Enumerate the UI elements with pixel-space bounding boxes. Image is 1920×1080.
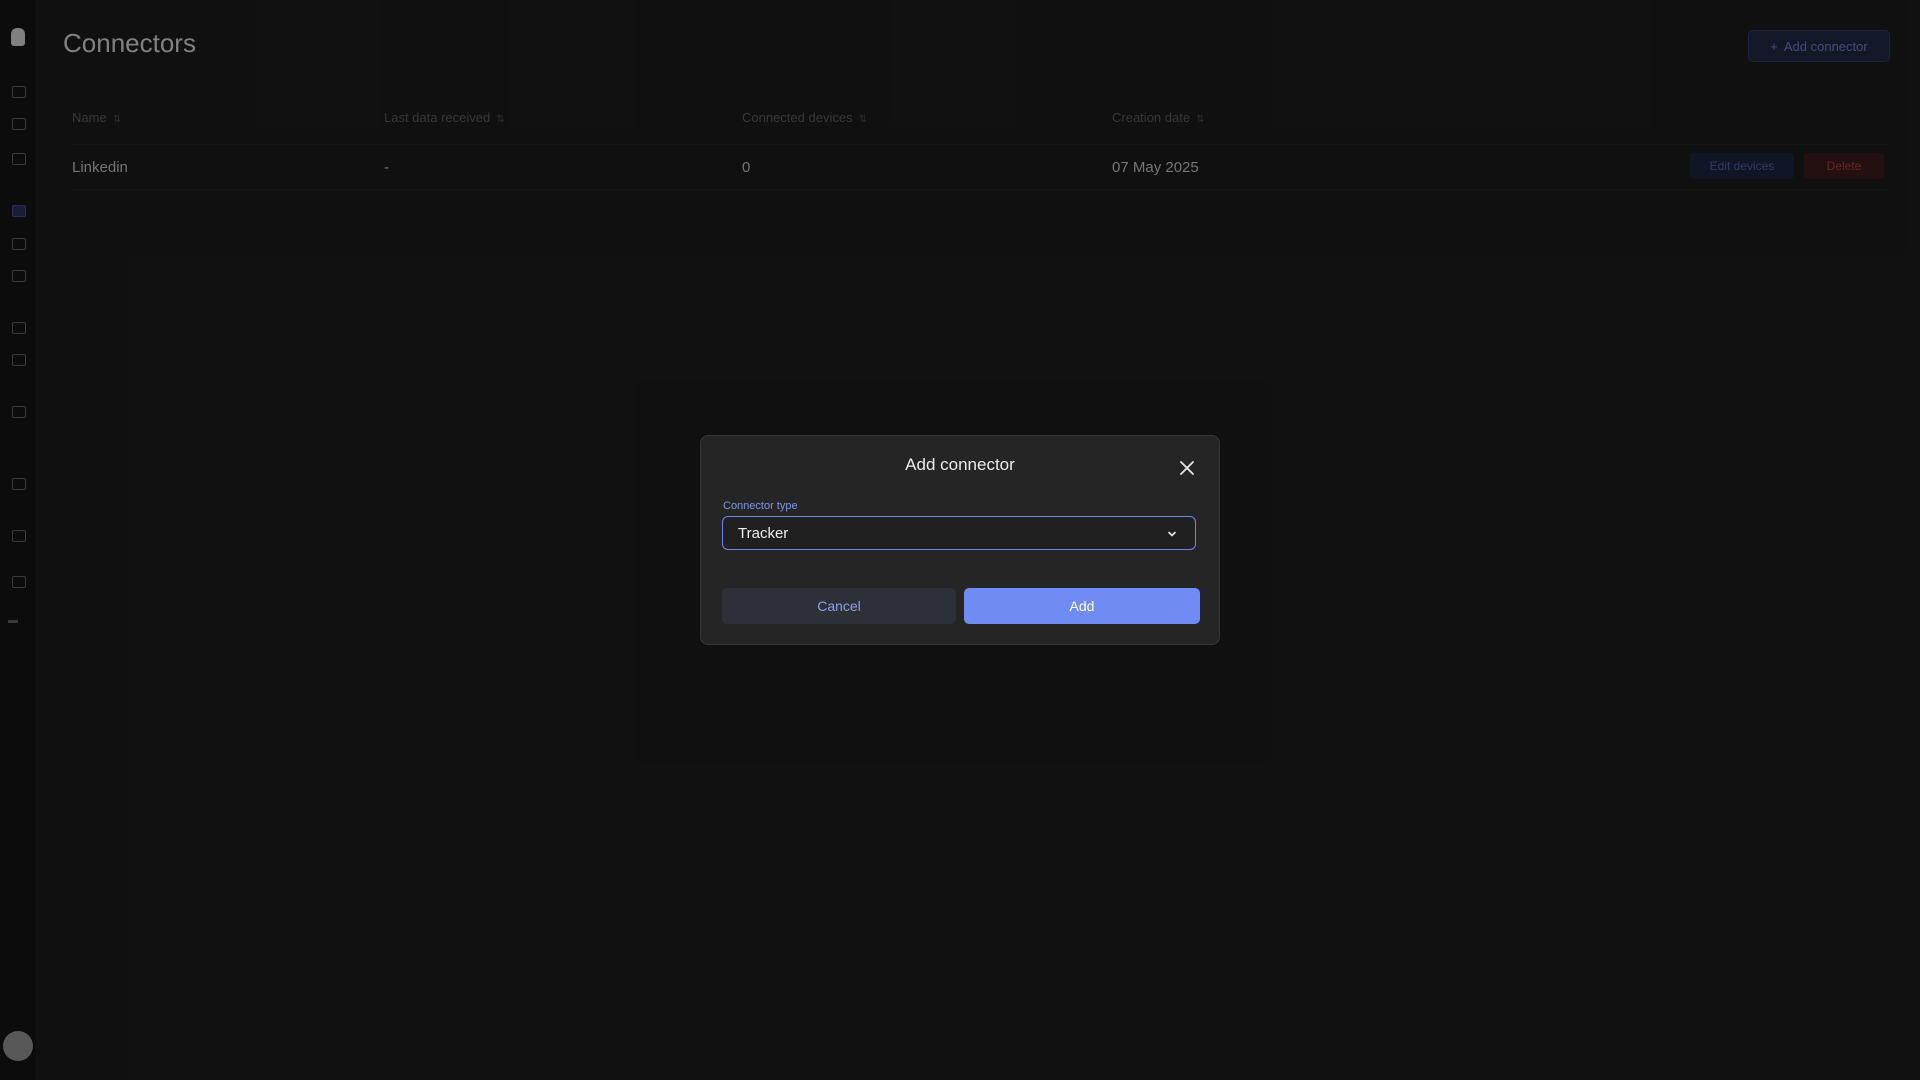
connector-type-select[interactable]: Tracker <box>722 516 1196 550</box>
close-icon[interactable] <box>1179 460 1195 476</box>
connector-type-label: Connector type <box>723 500 798 512</box>
dialog-title: Add connector <box>905 455 1015 474</box>
cancel-button[interactable]: Cancel <box>722 588 956 624</box>
connector-type-value: Tracker <box>738 525 789 542</box>
add-connector-dialog: Add connector Connector type Tracker Can… <box>700 435 1220 645</box>
add-button[interactable]: Add <box>964 588 1200 624</box>
chevron-down-icon <box>1168 531 1176 537</box>
